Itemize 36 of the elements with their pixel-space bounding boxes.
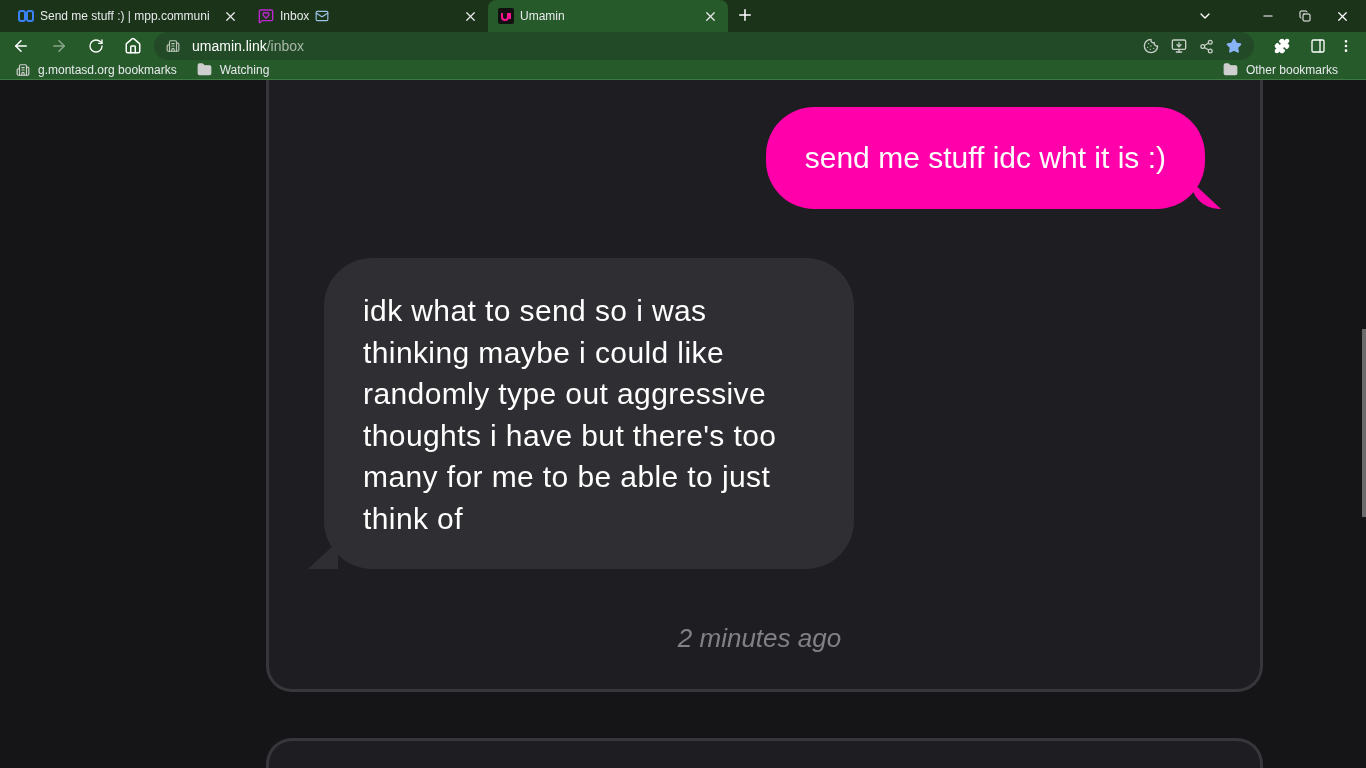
home-icon[interactable] [124, 37, 142, 55]
tab-title: Umamin [520, 8, 565, 25]
browser-tab[interactable]: Umamin [488, 0, 728, 32]
url-text: umamin.link/inbox [192, 36, 306, 56]
extensions-icon[interactable] [1274, 38, 1290, 54]
side-panel-icon[interactable] [1310, 38, 1326, 54]
bookmark-folder[interactable]: Watching [196, 60, 270, 79]
u-logo-icon [498, 8, 514, 24]
bookmark-label: Other bookmarks [1245, 61, 1338, 79]
double-b-logo-icon [18, 10, 34, 22]
back-icon[interactable] [12, 37, 30, 55]
bookmark-folder[interactable]: g.montasd.org bookmarks [16, 60, 177, 79]
forward-icon[interactable] [50, 37, 68, 55]
folder-icon [196, 62, 212, 77]
timestamp: 2 minutes ago [677, 622, 842, 655]
chat-heart-icon [258, 8, 274, 24]
cookie-icon[interactable] [1143, 38, 1159, 54]
folder-icon [1222, 62, 1238, 77]
tab-title: Inbox [280, 8, 310, 25]
share-icon[interactable] [1199, 38, 1214, 54]
new-tab-icon[interactable] [736, 6, 754, 24]
site-info-icon[interactable] [166, 39, 180, 53]
bookmark-star-icon[interactable] [1226, 38, 1242, 54]
reload-icon[interactable] [88, 38, 104, 54]
bookmark-label: g.montasd.org bookmarks [38, 61, 177, 79]
address-bar[interactable]: umamin.link/inbox [154, 32, 1254, 60]
browser-tab[interactable]: Inbox [248, 0, 488, 32]
envelope-icon [315, 9, 330, 23]
bookmark-site-icon [16, 62, 30, 77]
install-icon[interactable] [1171, 38, 1187, 54]
tab-title: Send me stuff :) | mpp.communi [40, 8, 210, 25]
browser-tab[interactable]: Send me stuff :) | mpp.communi [8, 0, 248, 32]
scrollbar-thumb[interactable] [1362, 329, 1366, 517]
restore-icon[interactable] [1299, 10, 1311, 22]
bookmark-label: Watching [219, 61, 270, 79]
bookmark-folder[interactable]: Other bookmarks [1222, 60, 1350, 79]
